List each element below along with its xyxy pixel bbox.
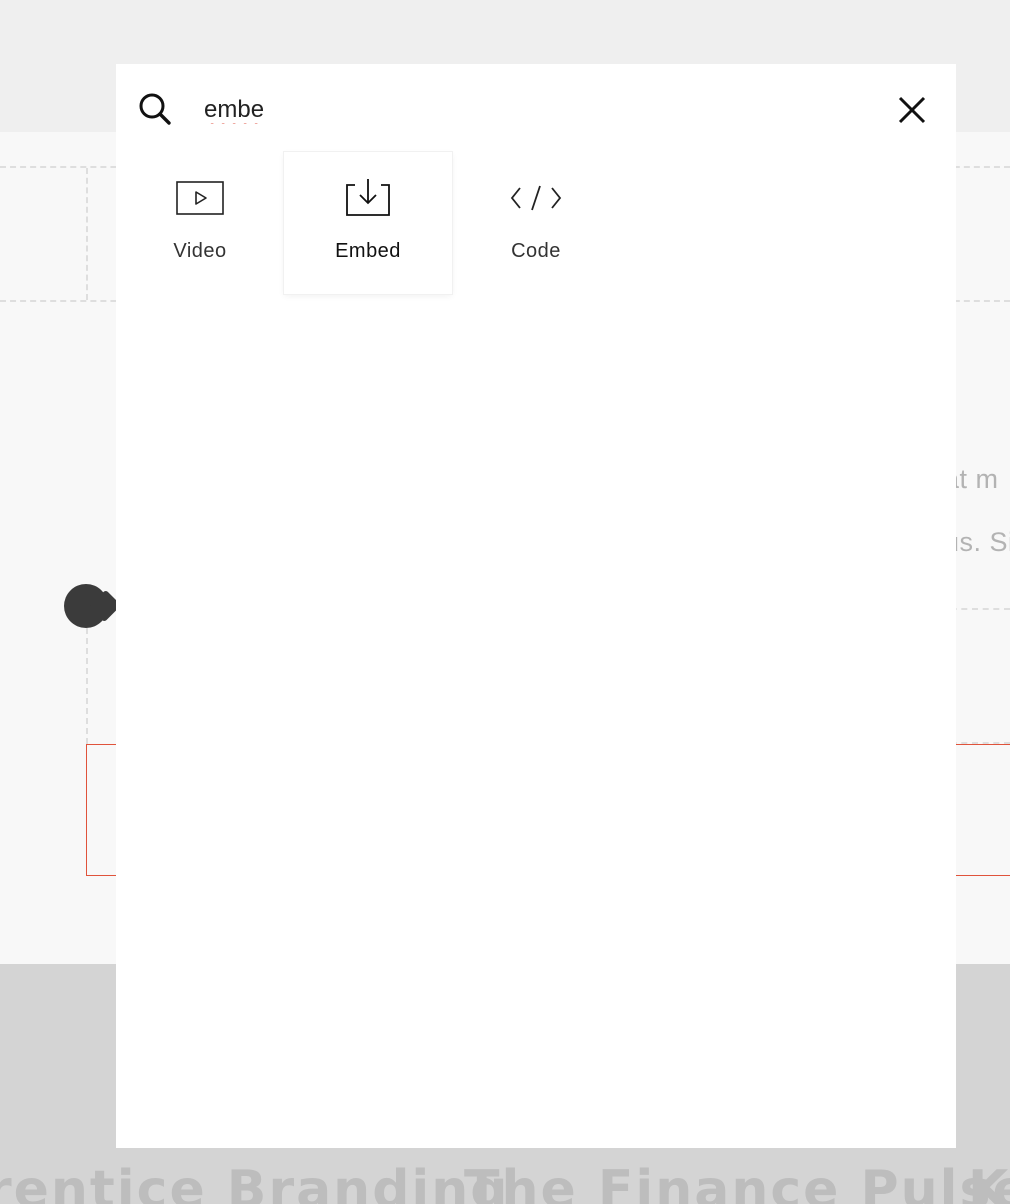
block-option-code[interactable]: Code [452,152,620,294]
close-icon[interactable] [894,92,930,128]
block-drag-handle[interactable] [64,584,108,628]
footer-title: The Finance Pulse [464,1160,1010,1204]
add-block-modal: Video Embed Code [116,64,956,1148]
code-icon [508,178,564,218]
block-option-label: Video [173,240,227,262]
block-option-label: Code [511,240,561,262]
video-icon [172,178,228,218]
section-guide-line [86,168,88,300]
search-icon [138,92,172,126]
section-guide-line [86,628,88,744]
search-input[interactable] [204,92,804,128]
block-option-embed[interactable]: Embed [284,152,452,294]
embed-icon [340,178,396,218]
footer-title: Ki [968,1160,1010,1204]
footer-title: rentice Branding [0,1160,510,1204]
block-option-video[interactable]: Video [116,152,284,294]
block-option-label: Embed [335,240,401,262]
block-results-list: Video Embed Code [116,152,956,294]
